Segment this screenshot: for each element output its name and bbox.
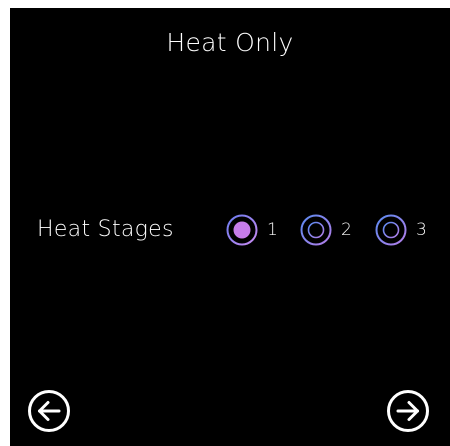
heat-stage-option-1[interactable]: 1	[226, 214, 278, 246]
heat-stages-label: Heat Stages	[37, 217, 174, 242]
heat-stage-option-3[interactable]: 3	[375, 214, 427, 246]
heat-stage-option-2-label: 2	[341, 220, 352, 240]
thermostat-screen: Heat Only Heat Stages 1 2 3	[10, 8, 450, 446]
radio-unselected-icon	[375, 214, 407, 246]
radio-selected-icon	[226, 214, 258, 246]
heat-stage-option-1-label: 1	[267, 220, 278, 240]
heat-stage-option-3-label: 3	[416, 220, 427, 240]
heat-stages-setting: Heat Stages 1 2 3	[10, 211, 450, 249]
page-title: Heat Only	[166, 28, 294, 57]
arrow-left-circle-icon	[28, 390, 70, 432]
next-button[interactable]	[386, 389, 430, 433]
radio-unselected-icon	[300, 214, 332, 246]
back-button[interactable]	[27, 389, 71, 433]
heat-stage-option-2[interactable]: 2	[300, 214, 352, 246]
arrow-right-circle-icon	[387, 390, 429, 432]
